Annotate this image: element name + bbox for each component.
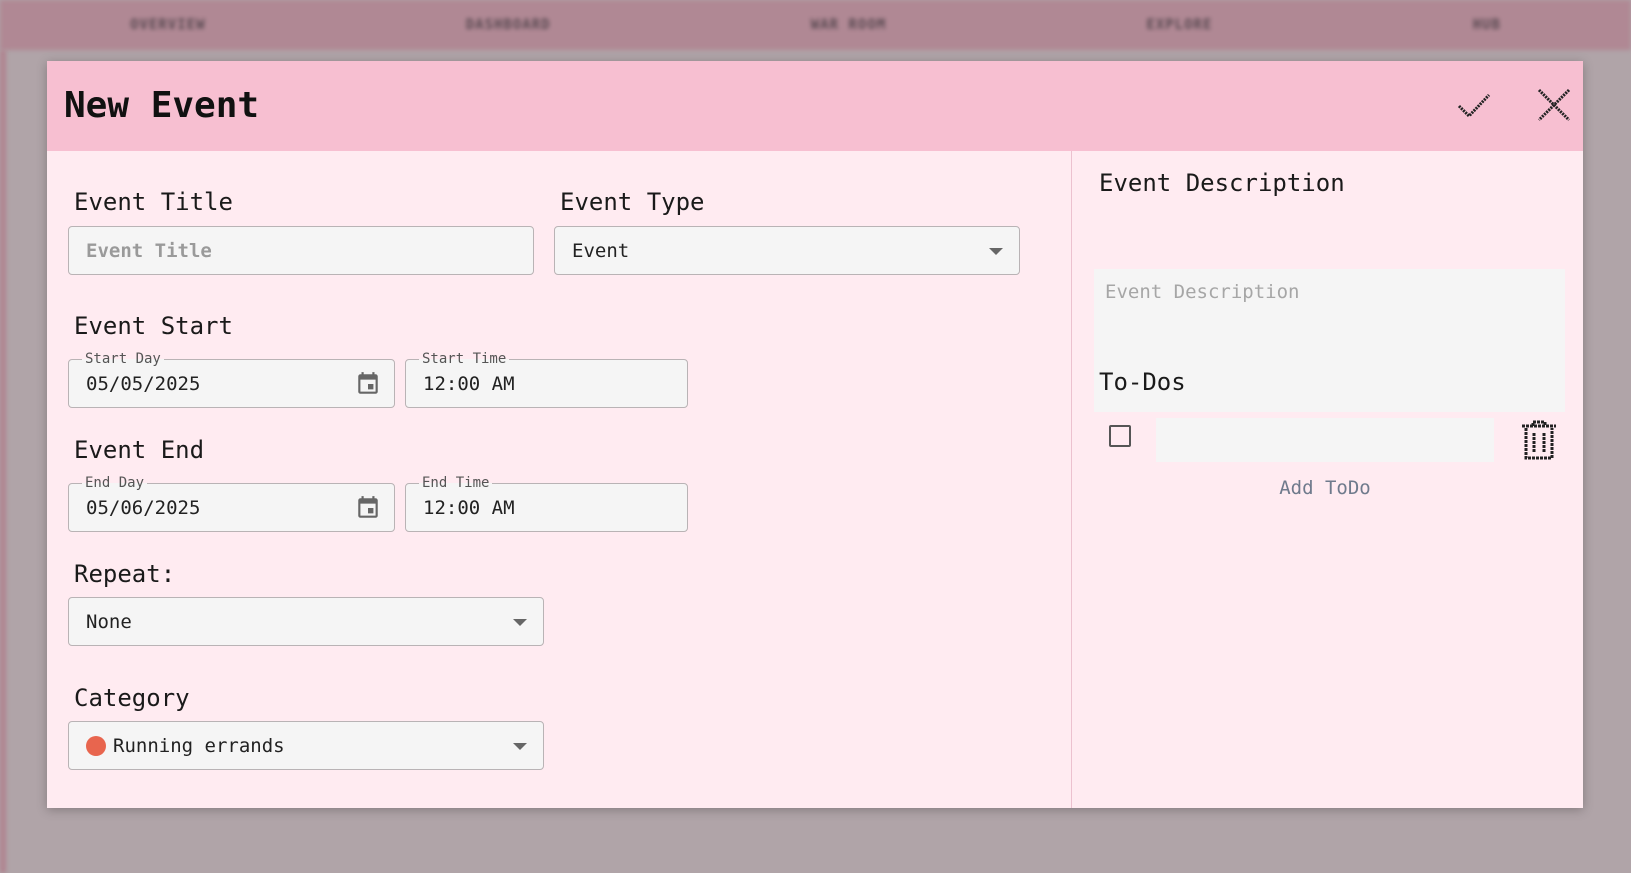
category-select[interactable]: Running errands: [68, 721, 544, 770]
category-label: Category: [74, 684, 190, 712]
start-time-value: 12:00 AM: [423, 372, 515, 395]
event-description-placeholder: Event Description: [1105, 281, 1300, 303]
event-form: Event Title Event Title Event Type Event…: [47, 151, 1071, 808]
start-day-value: 05/05/2025: [86, 372, 201, 395]
event-side-panel: Event Description Event Description To-D…: [1071, 151, 1583, 808]
end-day-value: 05/06/2025: [86, 496, 201, 519]
event-type-value: Event: [572, 239, 630, 262]
check-icon: [1457, 93, 1491, 119]
end-time-label: End Time: [419, 474, 493, 492]
event-type-label: Event Type: [560, 188, 705, 216]
todos-label: To-Dos: [1099, 368, 1186, 396]
event-title-input[interactable]: Event Title: [68, 226, 534, 275]
bg-nav-item: WAR ROOM: [810, 17, 887, 33]
repeat-select[interactable]: None: [68, 597, 544, 646]
chevron-down-icon: [513, 743, 527, 750]
event-end-label: Event End: [74, 436, 205, 464]
bg-nav-item: DASHBOARD: [465, 17, 551, 33]
close-icon: [1537, 88, 1571, 122]
add-todo-button[interactable]: Add ToDo: [1255, 477, 1395, 499]
end-day-input[interactable]: End Day 05/06/2025: [68, 474, 395, 532]
event-type-select[interactable]: Event: [554, 226, 1020, 275]
dialog-header: New Event: [47, 61, 1583, 151]
end-time-value: 12:00 AM: [423, 496, 515, 519]
repeat-label: Repeat:: [74, 560, 176, 588]
confirm-button[interactable]: [1452, 83, 1496, 127]
repeat-value: None: [86, 610, 132, 633]
event-start-label: Event Start: [74, 312, 233, 340]
start-time-label: Start Time: [419, 350, 510, 368]
end-day-label: End Day: [82, 474, 148, 492]
start-day-label: Start Day: [82, 350, 164, 368]
chevron-down-icon: [513, 619, 527, 626]
trash-icon: [1522, 420, 1556, 460]
background-nav: OVERVIEW DASHBOARD WAR ROOM EXPLORE HUB: [0, 0, 1631, 50]
bg-nav-item: EXPLORE: [1146, 17, 1213, 33]
event-title-label: Event Title: [74, 188, 233, 216]
todo-text-input[interactable]: [1156, 418, 1494, 462]
delete-todo-button[interactable]: [1517, 418, 1561, 462]
calendar-icon[interactable]: [355, 371, 381, 402]
category-color-dot: [86, 735, 106, 756]
event-description-label: Event Description: [1099, 169, 1345, 197]
new-event-dialog: New Event Event Title Event Title Event …: [47, 61, 1583, 808]
event-title-placeholder: Event Title: [86, 239, 212, 262]
chevron-down-icon: [989, 248, 1003, 255]
category-value: Running errands: [113, 734, 285, 757]
calendar-icon[interactable]: [355, 495, 381, 526]
bg-nav-item: OVERVIEW: [130, 17, 206, 33]
todo-checkbox[interactable]: [1109, 425, 1131, 447]
bg-nav-item: HUB: [1472, 17, 1501, 33]
start-time-input[interactable]: Start Time 12:00 AM: [405, 350, 688, 408]
close-button[interactable]: [1532, 83, 1576, 127]
start-day-input[interactable]: Start Day 05/05/2025: [68, 350, 395, 408]
end-time-input[interactable]: End Time 12:00 AM: [405, 474, 688, 532]
background-edge: [0, 50, 6, 873]
dialog-title: New Event: [64, 85, 260, 126]
